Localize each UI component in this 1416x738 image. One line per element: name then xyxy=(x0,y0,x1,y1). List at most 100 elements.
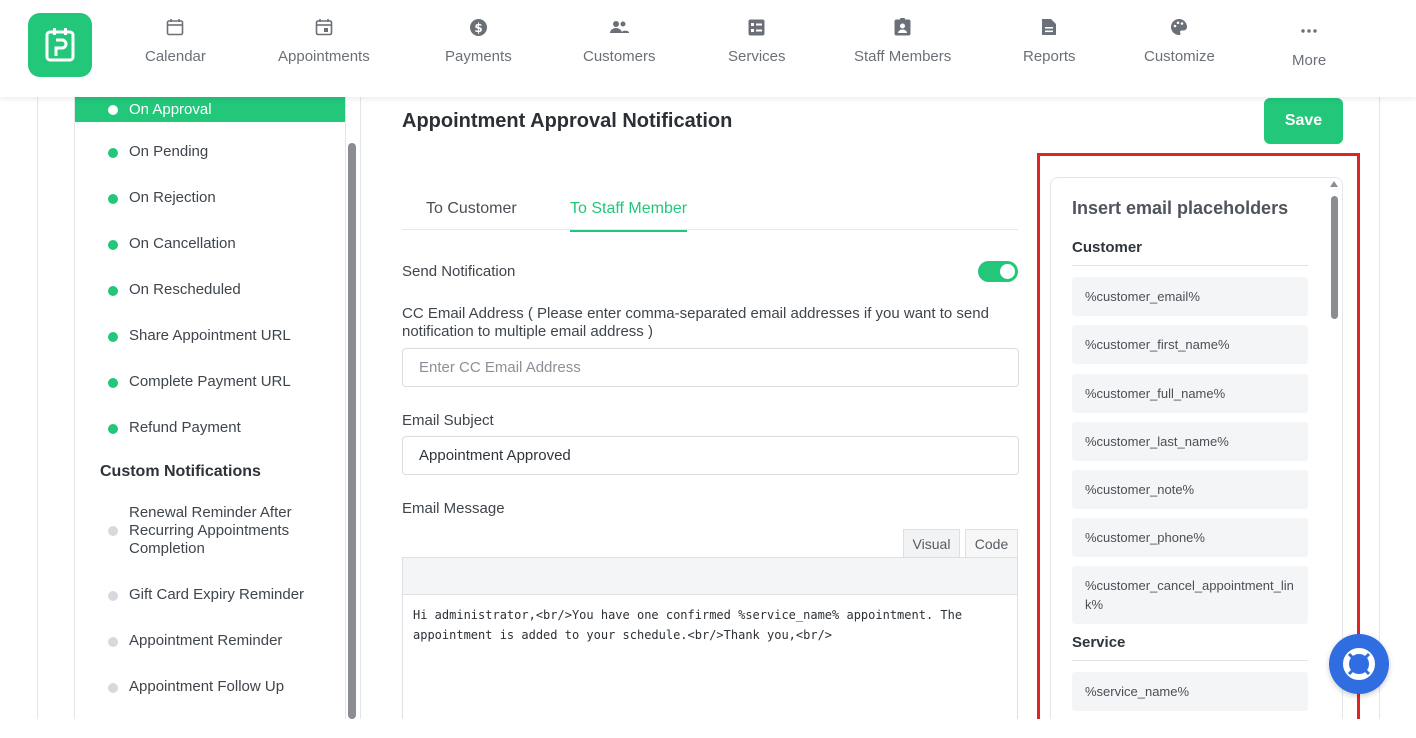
placeholder-group-customer: Customer xyxy=(1072,239,1308,266)
placeholders-title: Insert email placeholders xyxy=(1072,198,1289,218)
sidebar-item-on-rescheduled[interactable]: On Rescheduled xyxy=(75,281,345,298)
sidebar-item-label: Appointment Reminder xyxy=(129,632,283,649)
nav-payments[interactable]: $ Payments xyxy=(445,16,512,76)
email-subject-label: Email Subject xyxy=(402,412,494,429)
sidebar-item-renewal-reminder[interactable]: Renewal Reminder After Recurring Appoint… xyxy=(75,504,345,558)
nav-label: Reports xyxy=(1023,48,1076,65)
nav-label: Customize xyxy=(1144,48,1215,65)
custom-notifications-title: Custom Notifications xyxy=(100,463,261,480)
status-dot xyxy=(108,637,118,647)
sidebar-item-label: Gift Card Expiry Reminder xyxy=(129,586,305,603)
nav-staff-members[interactable]: Staff Members xyxy=(854,16,951,76)
sidebar-item-appointment-reminder[interactable]: Appointment Reminder xyxy=(75,632,345,649)
email-message-label: Email Message xyxy=(402,500,505,517)
placeholder-group-service: Service xyxy=(1072,634,1308,661)
nav-label: Appointments xyxy=(278,48,370,65)
bottom-strip xyxy=(0,719,1416,738)
sidebar-item-share-appointment-url[interactable]: Share Appointment URL xyxy=(75,327,345,344)
sidebar-item-label: Renewal Reminder After Recurring Appoint… xyxy=(129,504,292,557)
placeholder-chip[interactable]: %customer_cancel_appointment_link% xyxy=(1072,566,1308,624)
sidebar-item-label: Appointment Follow Up xyxy=(129,678,285,695)
sidebar-item-refund-payment[interactable]: Refund Payment xyxy=(75,419,345,436)
sidebar-item-appointment-follow-up[interactable]: Appointment Follow Up xyxy=(75,678,345,695)
placeholder-chip[interactable]: %customer_first_name% xyxy=(1072,325,1308,364)
scroll-up-arrow-icon[interactable] xyxy=(1330,181,1338,187)
nav-reports[interactable]: Reports xyxy=(1023,16,1076,76)
sidebar-item-gift-card-expiry-reminder[interactable]: Gift Card Expiry Reminder xyxy=(75,586,345,603)
status-dot xyxy=(108,683,118,693)
nav-label: Customers xyxy=(583,48,656,65)
nav-more[interactable]: More xyxy=(1292,20,1326,80)
reports-icon xyxy=(1038,16,1060,38)
status-dot xyxy=(108,104,118,115)
nav-label: Payments xyxy=(445,48,512,65)
placeholder-chip[interactable]: %customer_full_name% xyxy=(1072,374,1308,413)
nav-label: Staff Members xyxy=(854,48,952,65)
sidebar-item-label: Complete Payment URL xyxy=(129,373,291,390)
placeholders-panel: Insert email placeholders Customer %cust… xyxy=(1050,177,1343,737)
palette-icon xyxy=(1168,16,1190,38)
editor-tab-visual[interactable]: Visual xyxy=(903,529,960,558)
nav-label: Calendar xyxy=(145,48,206,65)
sidebar-item-label: On Rejection xyxy=(129,189,216,206)
lifebuoy-icon xyxy=(1343,648,1375,680)
cc-email-input[interactable] xyxy=(402,348,1019,387)
sidebar-item-on-rejection[interactable]: On Rejection xyxy=(75,189,345,206)
services-icon xyxy=(746,16,768,38)
more-icon xyxy=(1298,20,1320,42)
sidebar-item-complete-payment-url[interactable]: Complete Payment URL xyxy=(75,373,345,390)
page-title: Appointment Approval Notification xyxy=(402,110,733,132)
nav-customers[interactable]: Customers xyxy=(583,16,656,76)
toggle-knob xyxy=(1000,264,1015,279)
sidebar-scrollbar[interactable] xyxy=(348,143,356,719)
status-dot xyxy=(108,286,118,296)
app-logo[interactable] xyxy=(28,13,92,77)
status-dot xyxy=(108,591,118,601)
sidebar-item-label: On Approval xyxy=(129,101,212,118)
help-lifebuoy-button[interactable] xyxy=(1329,634,1389,694)
status-dot xyxy=(108,240,118,250)
placeholder-chip[interactable]: %customer_phone% xyxy=(1072,518,1308,557)
cc-email-label: CC Email Address ( Please enter comma-se… xyxy=(402,305,989,340)
status-dot xyxy=(108,526,118,536)
sidebar-item-label: On Pending xyxy=(129,143,209,160)
nav-label: More xyxy=(1292,52,1327,69)
nav-services[interactable]: Services xyxy=(728,16,786,76)
nav-customize[interactable]: Customize xyxy=(1144,16,1215,76)
status-dot xyxy=(108,424,118,434)
nav-label: Services xyxy=(728,48,786,65)
tab-to-customer[interactable]: To Customer xyxy=(426,200,517,230)
sidebar-item-on-cancellation[interactable]: On Cancellation xyxy=(75,235,345,252)
sidebar-item-label: Refund Payment xyxy=(129,419,241,436)
sidebar-item-on-approval[interactable]: On Approval xyxy=(75,97,345,122)
placeholder-chip[interactable]: %customer_note% xyxy=(1072,470,1308,509)
send-notification-toggle[interactable] xyxy=(978,261,1018,282)
save-button[interactable]: Save xyxy=(1264,98,1343,144)
recipient-tabs: To Customer To Staff Member xyxy=(402,188,1018,232)
content-divider xyxy=(360,97,361,719)
placeholder-chip[interactable]: %customer_email% xyxy=(1072,277,1308,316)
dollar-icon: $ xyxy=(467,16,489,38)
editor-tab-code[interactable]: Code xyxy=(965,529,1018,558)
nav-calendar[interactable]: Calendar xyxy=(145,16,206,76)
tab-to-staff-member[interactable]: To Staff Member xyxy=(570,200,688,232)
placeholder-chip[interactable]: %service_name% xyxy=(1072,672,1308,711)
staff-icon xyxy=(892,16,914,38)
placeholders-scrollbar[interactable] xyxy=(1331,196,1338,319)
placeholder-chip[interactable]: %customer_last_name% xyxy=(1072,422,1308,461)
status-dot xyxy=(108,148,118,158)
status-dot xyxy=(108,378,118,388)
svg-text:$: $ xyxy=(474,21,482,35)
email-subject-input[interactable] xyxy=(402,436,1019,475)
sidebar-item-label: On Rescheduled xyxy=(129,281,241,298)
top-navigation: Calendar Appointments $ Payments Custome… xyxy=(0,0,1416,97)
status-dot xyxy=(108,332,118,342)
email-message-editor[interactable]: Hi administrator,<br/>You have one confi… xyxy=(402,594,1018,719)
users-icon xyxy=(608,16,630,38)
sidebar-item-on-pending[interactable]: On Pending xyxy=(75,143,345,160)
nav-appointments[interactable]: Appointments xyxy=(278,16,370,76)
status-dot xyxy=(108,194,118,204)
logo-icon xyxy=(45,28,75,62)
sidebar-item-label: On Cancellation xyxy=(129,235,236,252)
send-notification-label: Send Notification xyxy=(402,263,516,280)
